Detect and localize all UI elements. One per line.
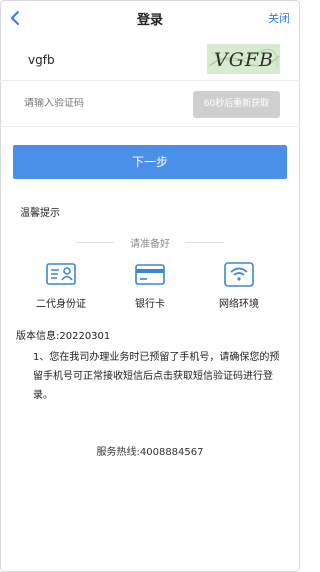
feature-network: 网络环境 [204,259,274,310]
notice-text: 1、您在我司办理业务时已预留了手机号，请确保您的预留手机号可正常接收短信后点击获… [33,352,280,401]
bank-card-icon [135,264,165,285]
resend-sms-button[interactable]: 60秒后重新获取 [193,91,280,118]
captcha-image[interactable]: VGFB [207,44,280,74]
next-button[interactable]: 下一步 [13,145,287,179]
id-card-icon [46,263,76,285]
username-row: vgfb VGFB [0,40,300,81]
sms-code-input[interactable] [24,98,174,109]
page-title: 登录 [136,13,163,28]
captcha-text: VGFB [214,49,274,71]
feature-bank-card-label: 银行卡 [135,299,165,310]
prepare-label: 请准备好 [130,239,170,250]
feature-bank-card: 银行卡 [115,259,185,310]
username-field[interactable]: vgfb [28,53,55,67]
tips-title: 温馨提示 [20,208,60,219]
hotline: 服务热线:4008884567 [96,447,204,458]
divider-right [186,242,224,243]
feature-id-card-label: 二代身份证 [36,299,86,310]
wifi-icon [224,262,254,287]
feature-network-label: 网络环境 [219,299,259,310]
header: 登录 关闭 [0,0,300,36]
sms-row: 60秒后重新获取 [0,84,300,127]
close-button[interactable]: 关闭 [268,10,290,26]
feature-id-card: 二代身份证 [26,259,96,310]
version-info: 版本信息:20220301 [16,331,111,342]
